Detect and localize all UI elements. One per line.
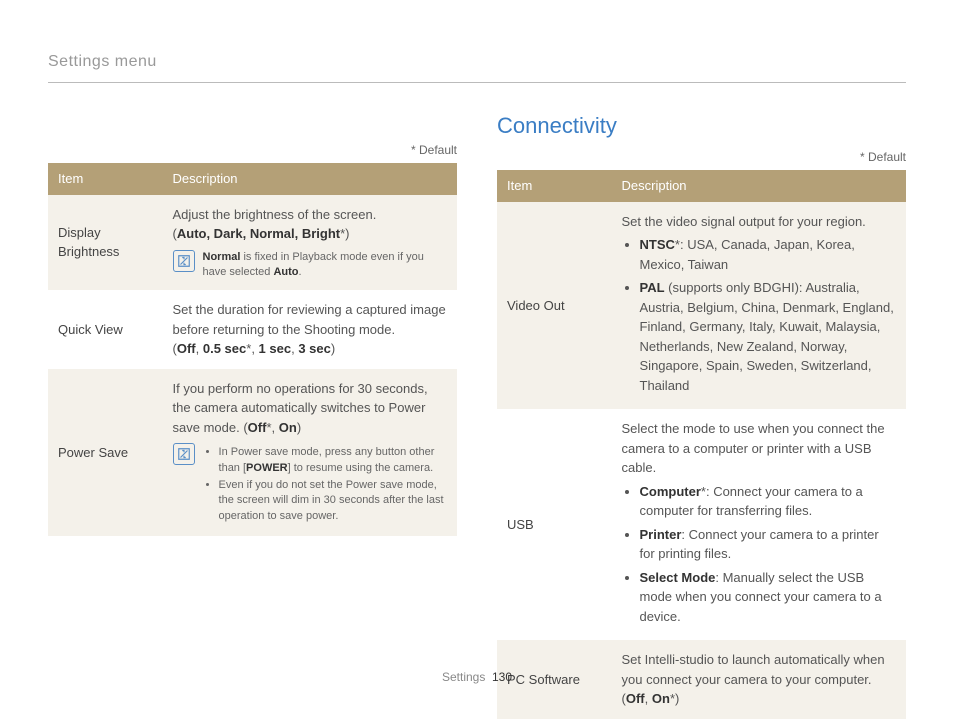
item-name: Video Out xyxy=(497,202,612,410)
options-list: Auto, Dark, Normal, Bright xyxy=(177,226,340,241)
note-text: Normal is fixed in Playback mode even if… xyxy=(203,250,447,281)
desc-lead: Select the mode to use when you connect … xyxy=(622,421,885,475)
sep: , xyxy=(196,341,203,356)
opt: 0.5 sec xyxy=(203,341,246,356)
table-row: Quick View Set the duration for reviewin… xyxy=(48,290,457,369)
note-bold: POWER xyxy=(246,462,288,474)
note-block: Normal is fixed in Playback mode even if… xyxy=(173,250,447,281)
opt-label: Printer xyxy=(640,527,682,542)
col-header-description: Description xyxy=(612,170,906,202)
default-note-left: * Default xyxy=(48,141,457,159)
opt: 3 sec xyxy=(298,341,331,356)
options-close: ) xyxy=(297,420,301,435)
footer-page-number: 130 xyxy=(492,670,512,684)
list-item: PAL (supports only BDGHI): Australia, Au… xyxy=(640,278,896,395)
opt-label: NTSC xyxy=(640,237,675,252)
table-row: Display Brightness Adjust the brightness… xyxy=(48,195,457,291)
options-close: ) xyxy=(675,691,679,706)
item-description: If you perform no operations for 30 seco… xyxy=(163,369,457,536)
sep: , xyxy=(272,420,279,435)
table-row: Video Out Set the video signal output fo… xyxy=(497,202,906,410)
item-name: Power Save xyxy=(48,369,163,536)
opt: Off xyxy=(626,691,645,706)
desc-lead: Adjust the brightness of the screen. xyxy=(173,207,377,222)
list-item: NTSC*: USA, Canada, Japan, Korea, Mexico… xyxy=(640,235,896,274)
left-column: * Default Item Description Display Brigh… xyxy=(48,109,457,719)
item-description: Select the mode to use when you connect … xyxy=(612,409,906,640)
col-header-item: Item xyxy=(497,170,612,202)
content-columns: * Default Item Description Display Brigh… xyxy=(48,109,906,719)
opt-text: (supports only BDGHI): Australia, Austri… xyxy=(640,280,894,393)
note-bold: Normal xyxy=(203,251,241,263)
note-item: Even if you do not set the Power save mo… xyxy=(219,478,447,524)
page-footer: Settings 130 xyxy=(0,668,954,686)
list-item: Computer*: Connect your camera to a comp… xyxy=(640,482,896,521)
col-header-item: Item xyxy=(48,163,163,195)
note-span: . xyxy=(299,266,302,278)
list-item: Select Mode: Manually select the USB mod… xyxy=(640,568,896,627)
options-close: ) xyxy=(331,341,335,356)
options-close: *) xyxy=(340,226,349,241)
note-block: In Power save mode, press any button oth… xyxy=(173,443,447,526)
settings-table-right: Item Description Video Out Set the video… xyxy=(497,170,906,719)
note-span: ] to resume using the camera. xyxy=(288,462,434,474)
section-title-connectivity: Connectivity xyxy=(497,109,906,142)
note-icon xyxy=(173,250,195,272)
opt: 1 sec xyxy=(259,341,292,356)
opt-label: PAL xyxy=(640,280,665,295)
opt: Off xyxy=(248,420,267,435)
note-text: In Power save mode, press any button oth… xyxy=(203,443,447,526)
table-row: Power Save If you perform no operations … xyxy=(48,369,457,536)
sep: , xyxy=(645,691,652,706)
table-row: USB Select the mode to use when you conn… xyxy=(497,409,906,640)
opt: Off xyxy=(177,341,196,356)
note-item: In Power save mode, press any button oth… xyxy=(219,445,447,476)
default-note-right: * Default xyxy=(497,148,906,166)
opt: On xyxy=(652,691,670,706)
footer-section: Settings xyxy=(442,670,485,684)
opt-label: Select Mode xyxy=(640,570,716,585)
opt-label: Computer xyxy=(640,484,701,499)
item-name: Display Brightness xyxy=(48,195,163,291)
col-header-description: Description xyxy=(163,163,457,195)
page-header: Settings menu xyxy=(48,50,906,83)
item-description: Adjust the brightness of the screen. (Au… xyxy=(163,195,457,291)
item-name: USB xyxy=(497,409,612,640)
desc-lead: Set the duration for reviewing a capture… xyxy=(173,302,446,337)
item-description: Set the video signal output for your reg… xyxy=(612,202,906,410)
item-description: Set the duration for reviewing a capture… xyxy=(163,290,457,369)
note-bold: Auto xyxy=(273,266,298,278)
sep: , xyxy=(251,341,258,356)
right-column: Connectivity * Default Item Description … xyxy=(497,109,906,719)
desc-lead: Set the video signal output for your reg… xyxy=(622,214,866,229)
settings-table-left: Item Description Display Brightness Adju… xyxy=(48,163,457,536)
note-icon xyxy=(173,443,195,465)
item-name: Quick View xyxy=(48,290,163,369)
list-item: Printer: Connect your camera to a printe… xyxy=(640,525,896,564)
opt: On xyxy=(279,420,297,435)
